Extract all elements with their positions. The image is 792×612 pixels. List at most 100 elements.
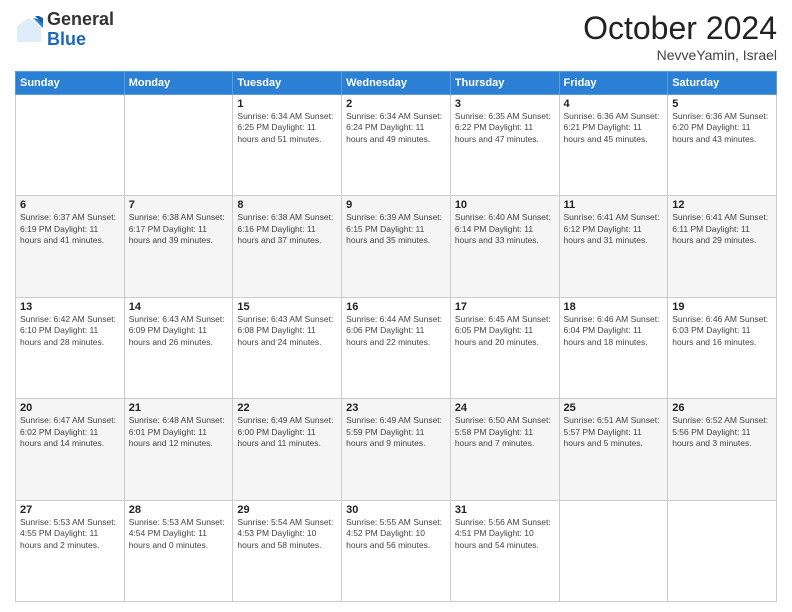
day-number: 8	[237, 199, 337, 211]
day-info: Sunrise: 6:42 AM Sunset: 6:10 PM Dayligh…	[20, 314, 120, 348]
day-number: 18	[564, 301, 664, 313]
logo: General Blue	[15, 10, 114, 50]
day-info: Sunrise: 6:38 AM Sunset: 6:17 PM Dayligh…	[129, 212, 229, 246]
day-number: 16	[346, 301, 446, 313]
weekday-header-tuesday: Tuesday	[233, 72, 342, 95]
calendar-cell: 23Sunrise: 6:49 AM Sunset: 5:59 PM Dayli…	[342, 399, 451, 500]
calendar-cell: 8Sunrise: 6:38 AM Sunset: 6:16 PM Daylig…	[233, 196, 342, 297]
calendar-cell: 1Sunrise: 6:34 AM Sunset: 6:25 PM Daylig…	[233, 95, 342, 196]
calendar-cell: 29Sunrise: 5:54 AM Sunset: 4:53 PM Dayli…	[233, 500, 342, 601]
month-title: October 2024	[583, 10, 777, 47]
day-info: Sunrise: 6:44 AM Sunset: 6:06 PM Dayligh…	[346, 314, 446, 348]
location-subtitle: NevveYamin, Israel	[583, 47, 777, 63]
day-number: 30	[346, 504, 446, 516]
day-info: Sunrise: 6:49 AM Sunset: 6:00 PM Dayligh…	[237, 415, 337, 449]
calendar-cell: 20Sunrise: 6:47 AM Sunset: 6:02 PM Dayli…	[16, 399, 125, 500]
calendar-cell: 21Sunrise: 6:48 AM Sunset: 6:01 PM Dayli…	[124, 399, 233, 500]
day-info: Sunrise: 5:54 AM Sunset: 4:53 PM Dayligh…	[237, 517, 337, 551]
calendar-cell: 17Sunrise: 6:45 AM Sunset: 6:05 PM Dayli…	[450, 297, 559, 398]
day-info: Sunrise: 6:36 AM Sunset: 6:20 PM Dayligh…	[672, 111, 772, 145]
day-info: Sunrise: 6:40 AM Sunset: 6:14 PM Dayligh…	[455, 212, 555, 246]
day-number: 13	[20, 301, 120, 313]
day-info: Sunrise: 6:52 AM Sunset: 5:56 PM Dayligh…	[672, 415, 772, 449]
weekday-header-saturday: Saturday	[668, 72, 777, 95]
day-number: 10	[455, 199, 555, 211]
day-number: 9	[346, 199, 446, 211]
day-number: 2	[346, 98, 446, 110]
day-number: 15	[237, 301, 337, 313]
calendar-cell: 5Sunrise: 6:36 AM Sunset: 6:20 PM Daylig…	[668, 95, 777, 196]
calendar-cell: 14Sunrise: 6:43 AM Sunset: 6:09 PM Dayli…	[124, 297, 233, 398]
day-number: 24	[455, 402, 555, 414]
day-number: 20	[20, 402, 120, 414]
calendar-cell: 27Sunrise: 5:53 AM Sunset: 4:55 PM Dayli…	[16, 500, 125, 601]
day-info: Sunrise: 5:55 AM Sunset: 4:52 PM Dayligh…	[346, 517, 446, 551]
calendar-cell: 7Sunrise: 6:38 AM Sunset: 6:17 PM Daylig…	[124, 196, 233, 297]
calendar-cell: 12Sunrise: 6:41 AM Sunset: 6:11 PM Dayli…	[668, 196, 777, 297]
day-info: Sunrise: 6:34 AM Sunset: 6:25 PM Dayligh…	[237, 111, 337, 145]
day-number: 12	[672, 199, 772, 211]
calendar-cell: 11Sunrise: 6:41 AM Sunset: 6:12 PM Dayli…	[559, 196, 668, 297]
calendar-cell: 19Sunrise: 6:46 AM Sunset: 6:03 PM Dayli…	[668, 297, 777, 398]
day-number: 31	[455, 504, 555, 516]
calendar-cell: 6Sunrise: 6:37 AM Sunset: 6:19 PM Daylig…	[16, 196, 125, 297]
header: General Blue October 2024 NevveYamin, Is…	[15, 10, 777, 63]
calendar-cell: 25Sunrise: 6:51 AM Sunset: 5:57 PM Dayli…	[559, 399, 668, 500]
day-number: 5	[672, 98, 772, 110]
weekday-header-friday: Friday	[559, 72, 668, 95]
calendar-cell: 30Sunrise: 5:55 AM Sunset: 4:52 PM Dayli…	[342, 500, 451, 601]
day-info: Sunrise: 6:50 AM Sunset: 5:58 PM Dayligh…	[455, 415, 555, 449]
page: General Blue October 2024 NevveYamin, Is…	[0, 0, 792, 612]
calendar-cell: 15Sunrise: 6:43 AM Sunset: 6:08 PM Dayli…	[233, 297, 342, 398]
week-row-3: 13Sunrise: 6:42 AM Sunset: 6:10 PM Dayli…	[16, 297, 777, 398]
calendar-cell: 31Sunrise: 5:56 AM Sunset: 4:51 PM Dayli…	[450, 500, 559, 601]
calendar-cell: 28Sunrise: 5:53 AM Sunset: 4:54 PM Dayli…	[124, 500, 233, 601]
day-info: Sunrise: 6:47 AM Sunset: 6:02 PM Dayligh…	[20, 415, 120, 449]
day-number: 1	[237, 98, 337, 110]
day-info: Sunrise: 6:41 AM Sunset: 6:12 PM Dayligh…	[564, 212, 664, 246]
calendar-cell: 26Sunrise: 6:52 AM Sunset: 5:56 PM Dayli…	[668, 399, 777, 500]
day-number: 27	[20, 504, 120, 516]
day-info: Sunrise: 6:46 AM Sunset: 6:04 PM Dayligh…	[564, 314, 664, 348]
day-number: 28	[129, 504, 229, 516]
day-number: 26	[672, 402, 772, 414]
calendar-table: SundayMondayTuesdayWednesdayThursdayFrid…	[15, 71, 777, 602]
day-info: Sunrise: 6:35 AM Sunset: 6:22 PM Dayligh…	[455, 111, 555, 145]
calendar-cell: 18Sunrise: 6:46 AM Sunset: 6:04 PM Dayli…	[559, 297, 668, 398]
day-number: 19	[672, 301, 772, 313]
day-info: Sunrise: 6:43 AM Sunset: 6:08 PM Dayligh…	[237, 314, 337, 348]
logo-icon	[15, 16, 43, 44]
calendar-cell: 16Sunrise: 6:44 AM Sunset: 6:06 PM Dayli…	[342, 297, 451, 398]
logo-text: General Blue	[47, 10, 114, 50]
day-info: Sunrise: 6:37 AM Sunset: 6:19 PM Dayligh…	[20, 212, 120, 246]
weekday-header-thursday: Thursday	[450, 72, 559, 95]
calendar-cell: 22Sunrise: 6:49 AM Sunset: 6:00 PM Dayli…	[233, 399, 342, 500]
day-number: 21	[129, 402, 229, 414]
calendar-cell: 24Sunrise: 6:50 AM Sunset: 5:58 PM Dayli…	[450, 399, 559, 500]
day-info: Sunrise: 6:34 AM Sunset: 6:24 PM Dayligh…	[346, 111, 446, 145]
day-number: 14	[129, 301, 229, 313]
day-info: Sunrise: 6:46 AM Sunset: 6:03 PM Dayligh…	[672, 314, 772, 348]
weekday-header-wednesday: Wednesday	[342, 72, 451, 95]
calendar-cell	[124, 95, 233, 196]
logo-general: General	[47, 9, 114, 29]
day-info: Sunrise: 5:53 AM Sunset: 4:54 PM Dayligh…	[129, 517, 229, 551]
calendar-cell	[668, 500, 777, 601]
day-info: Sunrise: 6:49 AM Sunset: 5:59 PM Dayligh…	[346, 415, 446, 449]
day-number: 7	[129, 199, 229, 211]
day-info: Sunrise: 6:38 AM Sunset: 6:16 PM Dayligh…	[237, 212, 337, 246]
week-row-1: 1Sunrise: 6:34 AM Sunset: 6:25 PM Daylig…	[16, 95, 777, 196]
day-number: 6	[20, 199, 120, 211]
day-number: 23	[346, 402, 446, 414]
weekday-header-sunday: Sunday	[16, 72, 125, 95]
day-info: Sunrise: 6:45 AM Sunset: 6:05 PM Dayligh…	[455, 314, 555, 348]
calendar-cell	[16, 95, 125, 196]
day-info: Sunrise: 5:53 AM Sunset: 4:55 PM Dayligh…	[20, 517, 120, 551]
day-info: Sunrise: 6:51 AM Sunset: 5:57 PM Dayligh…	[564, 415, 664, 449]
calendar-cell	[559, 500, 668, 601]
calendar-cell: 9Sunrise: 6:39 AM Sunset: 6:15 PM Daylig…	[342, 196, 451, 297]
day-number: 29	[237, 504, 337, 516]
day-number: 25	[564, 402, 664, 414]
day-number: 11	[564, 199, 664, 211]
weekday-header-monday: Monday	[124, 72, 233, 95]
